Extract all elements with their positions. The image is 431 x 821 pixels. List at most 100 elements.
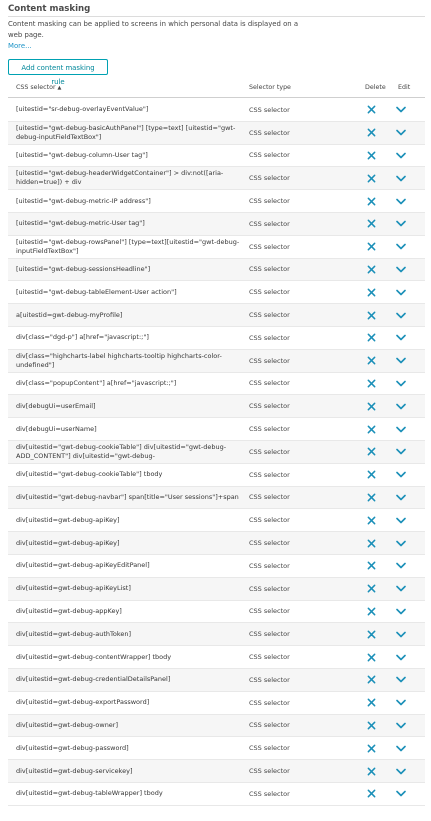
edit-expand-button[interactable] [396,509,406,531]
close-icon [367,767,376,775]
delete-button[interactable] [367,623,376,645]
chevron-down-icon [396,335,406,341]
close-icon [367,197,376,205]
edit-expand-button[interactable] [396,441,406,463]
close-icon [367,151,376,160]
table-row: div[uitestid=gwt-debug-exportPassword] CS… [8,692,425,715]
selector-cell: div[uitestid=gwt-debug-apiKey] [16,538,120,547]
delete-button[interactable] [367,646,376,668]
delete-button[interactable] [367,441,376,463]
column-header-selector[interactable]: CSS selector ▲ [16,84,61,91]
edit-expand-button[interactable] [396,304,406,326]
delete-button[interactable] [367,327,376,349]
delete-button[interactable] [367,509,376,531]
edit-expand-button[interactable] [396,646,406,668]
selector-cell: div[uitestid="gwt-debug-cookieTable"] tb… [16,470,163,479]
delete-button[interactable] [367,783,376,805]
edit-expand-button[interactable] [396,327,406,349]
edit-expand-button[interactable] [396,395,406,417]
delete-button[interactable] [367,281,376,303]
chevron-down-icon [396,312,406,318]
edit-expand-button[interactable] [396,373,406,395]
delete-button[interactable] [367,578,376,600]
selector-type-cell: CSS selector [249,470,290,479]
delete-button[interactable] [367,190,376,212]
delete-button[interactable] [367,213,376,235]
edit-expand-button[interactable] [396,122,406,144]
selector-cell: div[uitestid="gwt-debug-navbar"] span[ti… [16,492,239,501]
table-row: div[class="dgd-p"] a[href="javascript:;"… [8,327,425,350]
selector-type-cell: CSS selector [249,447,290,456]
chevron-down-icon [396,745,406,752]
delete-button[interactable] [367,145,376,167]
edit-expand-button[interactable] [396,99,406,121]
selector-cell: div[uitestid=gwt-debug-appKey] [16,606,122,615]
delete-button[interactable] [367,259,376,281]
selector-type-cell: CSS selector [249,174,290,183]
edit-expand-button[interactable] [396,601,406,623]
column-header-selector-type[interactable]: Selector type [249,84,291,91]
close-icon [367,561,376,570]
delete-button[interactable] [367,601,376,623]
edit-expand-button[interactable] [396,669,406,691]
more-link[interactable]: More... [8,42,32,50]
delete-button[interactable] [367,692,376,714]
close-icon [367,379,376,388]
delete-button[interactable] [367,760,376,782]
chevron-down-icon [396,699,406,706]
selector-cell: [uitestid="gwt-debug-rowsPanel"] [type=t… [16,237,240,255]
edit-expand-button[interactable] [396,783,406,805]
selector-cell: [uitestid="gwt-debug-metric-IP address"] [16,196,151,205]
edit-expand-button[interactable] [396,145,406,167]
delete-button[interactable] [367,373,376,395]
close-icon [367,265,376,274]
delete-button[interactable] [367,122,376,144]
selector-cell: div[uitestid=gwt-debug-owner] [16,720,119,729]
edit-expand-button[interactable] [396,418,406,440]
close-icon [367,219,376,228]
delete-button[interactable] [367,532,376,554]
delete-button[interactable] [367,236,376,258]
table-row: div[uitestid=gwt-debug-apiKey] CSS select… [8,532,425,555]
edit-expand-button[interactable] [396,715,406,737]
table-row: div[debugUi=userName] CSS selector [8,418,425,441]
delete-button[interactable] [367,418,376,440]
delete-button[interactable] [367,555,376,577]
edit-expand-button[interactable] [396,487,406,509]
edit-expand-button[interactable] [396,350,406,372]
edit-expand-button[interactable] [396,190,406,212]
delete-button[interactable] [367,715,376,737]
delete-button[interactable] [367,737,376,759]
delete-button[interactable] [367,167,376,189]
edit-expand-button[interactable] [396,236,406,258]
delete-button[interactable] [367,395,376,417]
edit-expand-button[interactable] [396,464,406,486]
edit-expand-button[interactable] [396,578,406,600]
edit-expand-button[interactable] [396,213,406,235]
close-icon [367,675,376,684]
edit-expand-button[interactable] [396,760,406,782]
edit-expand-button[interactable] [396,623,406,645]
delete-button[interactable] [367,487,376,509]
edit-expand-button[interactable] [396,737,406,759]
edit-expand-button[interactable] [396,167,406,189]
table-row: div[uitestid=gwt-debug-apiKeyList] CSS se… [8,577,425,601]
delete-button[interactable] [367,99,376,121]
edit-expand-button[interactable] [396,259,406,281]
edit-expand-button[interactable] [396,555,406,577]
edit-expand-button[interactable] [396,692,406,714]
delete-button[interactable] [367,350,376,372]
table-row: div[uitestid=gwt-debug-tableWrapper] tbo… [8,783,425,806]
delete-button[interactable] [367,669,376,691]
close-icon [367,493,376,502]
selector-type-cell: CSS selector [249,219,290,228]
selector-cell: div[uitestid=gwt-debug-password] [16,743,129,752]
close-icon [367,653,376,661]
edit-expand-button[interactable] [396,281,406,303]
edit-expand-button[interactable] [396,532,406,554]
add-content-masking-rule-button[interactable]: Add content masking rule [8,59,108,86]
sort-ascending-icon: ▲ [57,85,62,91]
delete-button[interactable] [367,304,376,326]
close-icon [367,470,376,479]
delete-button[interactable] [367,464,376,486]
